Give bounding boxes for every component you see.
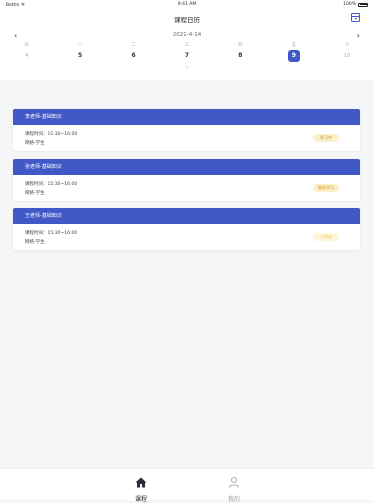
status-badge[interactable]: 学习中 [313,134,339,142]
course-body: 课程时间：15:30~16:00 网络-学生 继续学习 [13,175,360,201]
course-class: 网络-学生 [25,240,45,245]
course-card[interactable]: 王老师-基础知识 课程时间：15:30~16:00 网络-学生 已完成 [13,208,360,250]
next-week-button[interactable]: › [357,31,360,41]
tab-courses[interactable]: 课程 [126,473,156,503]
battery-group: 100% [343,2,368,7]
weekday-label: 一 [77,43,83,48]
course-time: 课程时间：15:30~16:00 [25,182,78,187]
weekday-label: 四 [238,43,243,48]
tab-label: 我的 [227,496,240,503]
course-title: 李老师-基础知识 [13,109,360,125]
calendar-icon[interactable] [351,13,360,22]
weekday-label: 日 [24,43,29,48]
navigation-bar: 课程日历 [0,10,374,28]
course-card[interactable]: 李老师-基础知识 课程时间：15:30~16:00 网络-学生 学习中 [13,109,360,151]
page-title: 课程日历 [174,16,200,24]
date-cell[interactable]: 6 [107,50,160,62]
status-bar: Bettin ᯤ 9:41 AM 100% [0,0,374,10]
course-title: 王老师-基础知识 [13,208,360,224]
weekday-label: 六 [344,43,350,48]
course-title: 张老师-基础知识 [13,159,360,175]
clock-label: 9:41 AM [177,2,197,7]
course-class: 网络-学生 [25,191,45,196]
course-time: 课程时间：15:30~16:00 [25,132,78,137]
date-cell[interactable]: 4 [0,50,53,62]
collapse-icon[interactable]: ⌃ [0,66,374,72]
course-class: 网络-学生 [25,141,45,146]
home-icon [135,477,147,488]
status-badge[interactable]: 继续学习 [313,184,339,192]
course-card[interactable]: 张老师-基础知识 课程时间：15:30~16:00 网络-学生 继续学习 [13,159,360,201]
date-cell[interactable]: 5 [53,50,106,62]
date-cell[interactable]: 10 [321,50,374,62]
weekday-label: 五 [291,43,297,48]
course-body: 课程时间：15:30~16:00 网络-学生 学习中 [13,125,360,151]
weekday-label: 二 [131,43,136,48]
date-cell[interactable]: 8 [214,50,267,62]
tab-profile[interactable]: 我的 [219,473,249,503]
week-calendar: ‹ 2021-4-14 › 日 一 二 三 四 五 六 4 5 6 7 8 9 … [0,28,374,80]
current-date-label: 2021-4-14 [172,32,202,38]
course-body: 课程时间：15:30~16:00 网络-学生 已完成 [13,224,360,250]
date-cell-selected[interactable]: 9 [267,50,320,62]
status-badge[interactable]: 已完成 [313,233,339,241]
battery-label: 100% [343,2,356,7]
weekday-label: 三 [184,43,190,48]
weekday-header: 日 一 二 三 四 五 六 [0,42,374,49]
user-icon [229,477,239,488]
battery-icon [358,2,368,7]
date-cell[interactable]: 7 [160,50,213,62]
month-row: ‹ 2021-4-14 › [0,31,374,41]
course-time: 课程时间：15:30~16:00 [25,231,78,236]
date-row: 4 5 6 7 8 9 10 [0,50,374,62]
tab-label: 课程 [134,496,147,503]
tab-bar: 课程 我的 [0,468,374,503]
selected-date[interactable]: 9 [287,50,300,62]
